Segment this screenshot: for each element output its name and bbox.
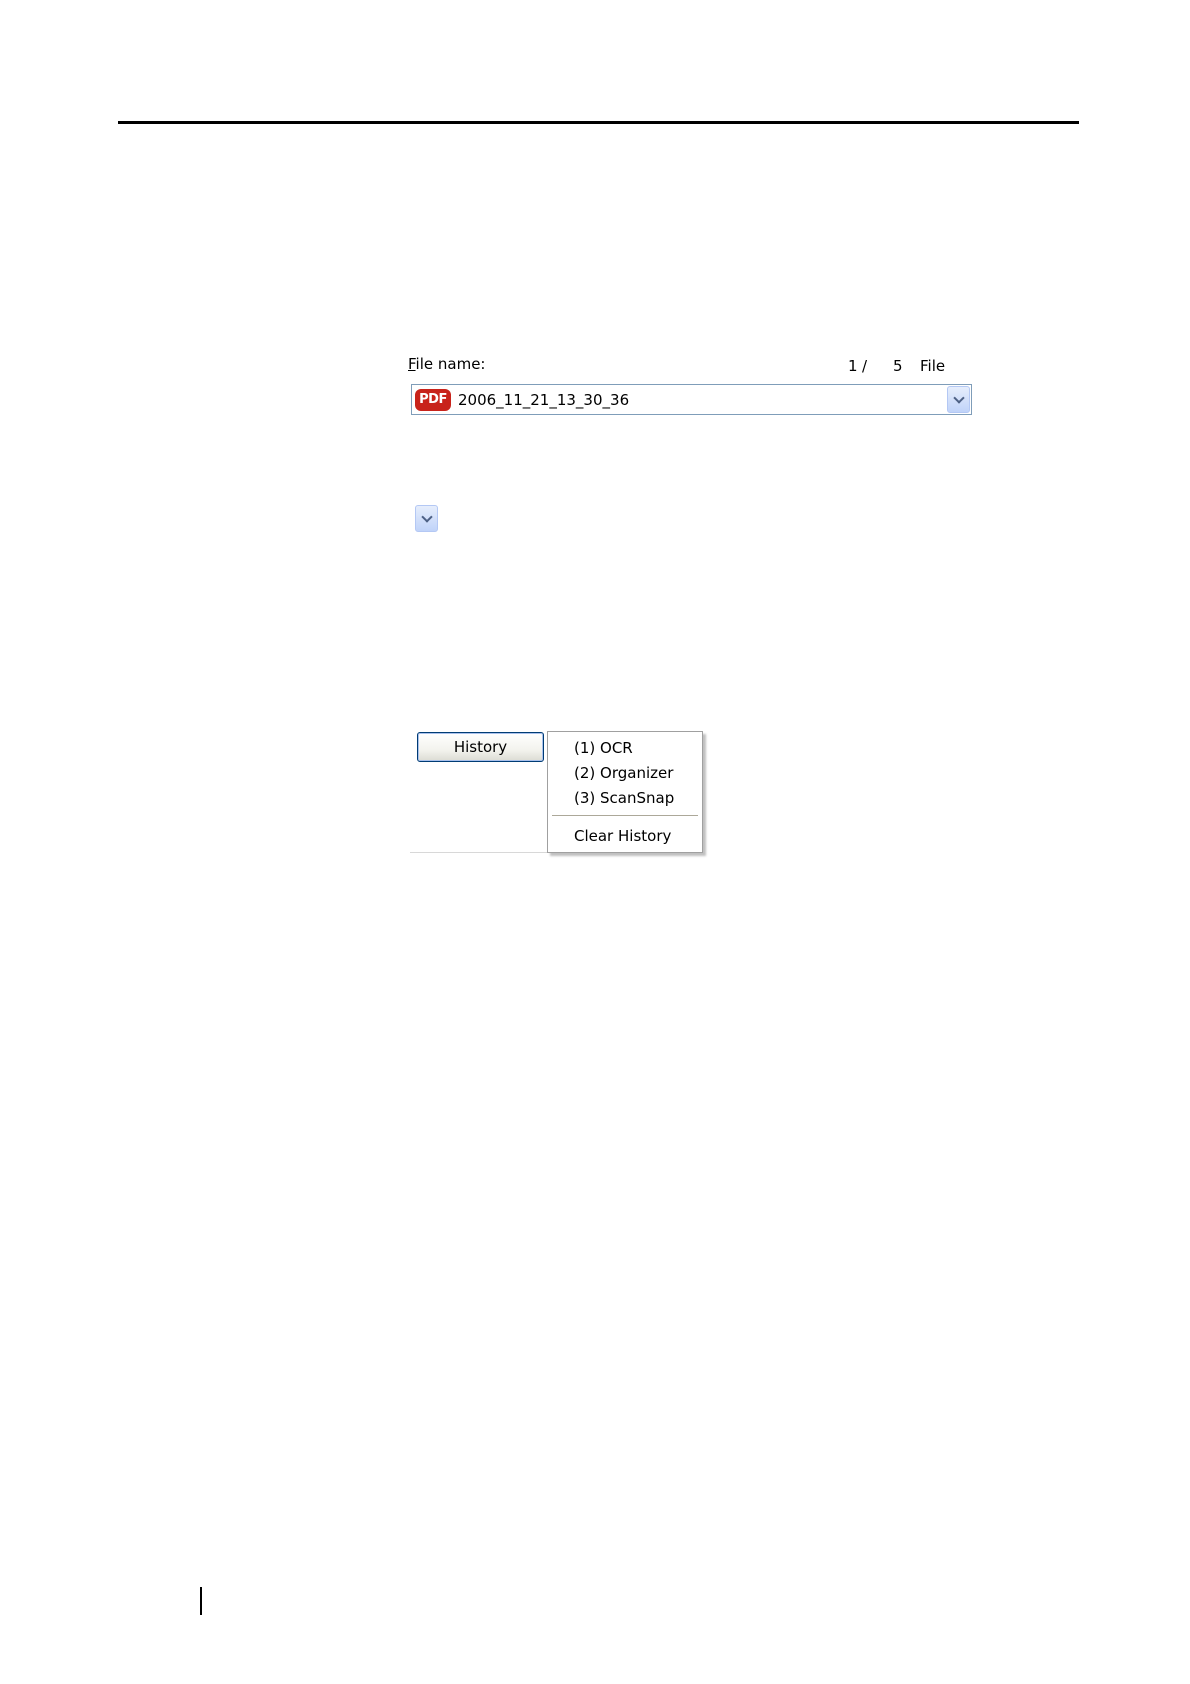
- panel-divider: [410, 852, 550, 853]
- file-counter-total: 5: [893, 357, 903, 375]
- file-name-label: File name:: [408, 355, 485, 373]
- file-name-combobox[interactable]: PDF 2006_11_21_13_30_36: [411, 384, 972, 415]
- footer-marker: [200, 1587, 202, 1615]
- history-menu: (1) OCR (2) Organizer (3) ScanSnap Clear…: [547, 731, 703, 853]
- file-counter-current: 1: [848, 357, 858, 375]
- file-name-label-text: ile name:: [415, 355, 486, 373]
- clear-history-menu-item[interactable]: Clear History: [574, 826, 671, 846]
- file-counter-unit: File: [920, 357, 946, 375]
- file-counter-separator: /: [862, 357, 868, 375]
- chevron-down-icon: [420, 510, 433, 523]
- header-rule: [118, 121, 1079, 124]
- file-name-label-mnemonic: F: [408, 355, 416, 373]
- dropdown-arrow-button[interactable]: [415, 505, 438, 532]
- file-name-value: 2006_11_21_13_30_36: [458, 391, 630, 409]
- history-menu-item-ocr[interactable]: (1) OCR: [574, 738, 633, 758]
- history-menu-item-organizer[interactable]: (2) Organizer: [574, 763, 673, 783]
- pdf-icon: PDF: [415, 389, 451, 411]
- menu-separator: [552, 815, 698, 816]
- history-button[interactable]: History: [417, 732, 544, 762]
- chevron-down-icon: [952, 391, 965, 404]
- history-menu-item-scansnap[interactable]: (3) ScanSnap: [574, 788, 674, 808]
- combobox-dropdown-button[interactable]: [947, 386, 970, 413]
